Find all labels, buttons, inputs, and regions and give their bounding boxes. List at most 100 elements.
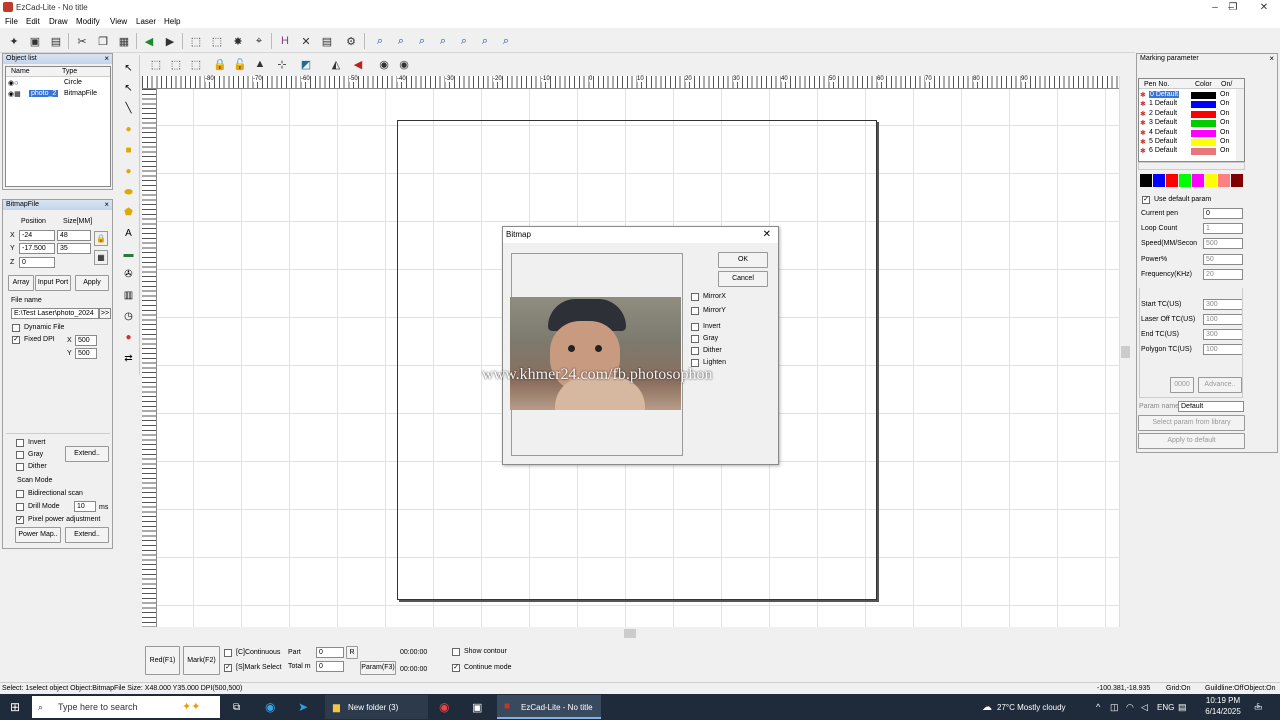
power-map-button[interactable]: Power Map.. bbox=[15, 527, 61, 543]
drill-mode-checkbox[interactable] bbox=[16, 503, 24, 511]
group-icon[interactable]: ⬚ bbox=[208, 32, 226, 50]
view-outline-icon[interactable]: ◉ bbox=[395, 55, 413, 73]
continuous-checkbox[interactable] bbox=[224, 649, 232, 657]
edge-icon[interactable]: ◉ bbox=[265, 699, 275, 715]
cut-icon[interactable]: ✂ bbox=[73, 32, 91, 50]
palette-color-swatch[interactable] bbox=[1205, 174, 1217, 187]
pen-row[interactable]: ✱ 2 Default On bbox=[1139, 110, 1235, 119]
paste-icon[interactable]: ▦ bbox=[115, 32, 133, 50]
pen-row[interactable]: ✱ 5 Default On bbox=[1139, 138, 1235, 147]
col-type-header[interactable]: Type bbox=[62, 68, 77, 75]
open-folder-icon[interactable]: ▣ bbox=[26, 32, 44, 50]
taskbar-search-box[interactable]: ⌕ Type here to search ✦✦ bbox=[32, 696, 220, 718]
param-button[interactable]: Param(F3) bbox=[360, 661, 396, 675]
window-close-button[interactable]: ✕ bbox=[1249, 1, 1279, 14]
continue-mode-checkbox[interactable]: ✓ bbox=[452, 664, 460, 672]
mark-select-checkbox[interactable]: ✓ bbox=[224, 664, 232, 672]
horizontal-scrollbar[interactable] bbox=[142, 627, 1119, 639]
notification-icon[interactable]: ▭ 5 bbox=[1254, 699, 1263, 715]
browse-button[interactable]: >> bbox=[99, 308, 111, 319]
select-arrow-icon[interactable]: ↖ bbox=[121, 61, 136, 76]
palette-color-swatch[interactable] bbox=[1140, 174, 1152, 187]
zoom-in-icon[interactable]: ⌕ bbox=[392, 32, 410, 50]
settings-icon[interactable]: ⚙ bbox=[342, 32, 360, 50]
menu-draw[interactable]: Draw bbox=[49, 17, 68, 26]
speed-input[interactable] bbox=[1203, 238, 1243, 249]
eye-icon[interactable]: ◉○ bbox=[8, 79, 18, 87]
move-icon[interactable]: ⊹ bbox=[273, 55, 291, 73]
input-port-button[interactable]: Input Port bbox=[35, 275, 71, 291]
part-count-input[interactable] bbox=[316, 647, 344, 658]
task-view-icon[interactable]: ⧉ bbox=[233, 699, 240, 715]
palette-color-swatch[interactable] bbox=[1179, 174, 1191, 187]
pen-row[interactable]: ✱ 0 Default On bbox=[1139, 91, 1235, 100]
measure-icon[interactable]: ◩ bbox=[297, 55, 315, 73]
list-item[interactable]: ◉▦ photo_2 BitmapFile bbox=[6, 90, 110, 100]
bitmap-icon[interactable]: ▬ bbox=[121, 247, 136, 262]
select-all-icon[interactable]: ⬚ bbox=[187, 32, 205, 50]
wifi-icon[interactable]: ◠ bbox=[1126, 699, 1134, 715]
mirror-v-icon[interactable]: ◀ bbox=[349, 55, 367, 73]
cancel-button[interactable]: Cancel bbox=[718, 271, 768, 287]
current-pen-input[interactable] bbox=[1203, 208, 1243, 219]
copy-icon[interactable]: ❐ bbox=[94, 32, 112, 50]
ellipse-icon[interactable]: ⬬ bbox=[121, 185, 136, 200]
zoom-out-icon[interactable]: ⌕ bbox=[413, 32, 431, 50]
ungroup-icon[interactable]: ✸ bbox=[229, 32, 247, 50]
io-input-icon[interactable]: ● bbox=[121, 330, 136, 345]
pen-row[interactable]: ✱ 1 Default On bbox=[1139, 100, 1235, 109]
anchor-grid-icon[interactable]: ▦ bbox=[94, 250, 108, 265]
menu-edit[interactable]: Edit bbox=[26, 17, 40, 26]
small-param-button[interactable]: 0000 bbox=[1170, 377, 1194, 393]
close-icon[interactable]: × bbox=[104, 200, 109, 210]
dither-checkbox[interactable] bbox=[691, 347, 699, 355]
invert-checkbox[interactable] bbox=[16, 439, 24, 447]
x-position-input[interactable] bbox=[19, 230, 55, 241]
vertical-scrollbar[interactable] bbox=[1119, 76, 1131, 627]
y-position-input[interactable] bbox=[19, 243, 55, 254]
show-contour-checkbox[interactable] bbox=[452, 648, 460, 656]
mirror-y-checkbox[interactable] bbox=[691, 307, 699, 315]
param-icon[interactable]: ▤ bbox=[318, 32, 336, 50]
align-icon[interactable]: ⬚ bbox=[147, 55, 165, 73]
close-icon[interactable]: × bbox=[1269, 54, 1274, 64]
loop-count-input[interactable] bbox=[1203, 223, 1243, 234]
tools-icon[interactable]: ✕ bbox=[297, 32, 315, 50]
gray-checkbox[interactable] bbox=[16, 451, 24, 459]
on-header[interactable]: On/ bbox=[1221, 81, 1232, 88]
unlock-icon[interactable]: 🔓 bbox=[231, 55, 249, 73]
dither-checkbox[interactable] bbox=[16, 463, 24, 471]
height-input[interactable] bbox=[57, 243, 91, 254]
zoom-icon[interactable]: ⌕ bbox=[371, 32, 389, 50]
node-select-icon[interactable]: ↖ bbox=[121, 81, 136, 96]
drill-time-input[interactable] bbox=[74, 501, 96, 512]
close-icon[interactable]: × bbox=[104, 54, 109, 64]
palette-color-swatch[interactable] bbox=[1166, 174, 1178, 187]
network-icon[interactable]: ◫ bbox=[1110, 699, 1119, 715]
polygon-icon[interactable]: ⬟ bbox=[121, 205, 136, 220]
tray-chevron-icon[interactable]: ^ bbox=[1096, 699, 1100, 715]
gray-checkbox[interactable] bbox=[691, 335, 699, 343]
col-name-header[interactable]: Name bbox=[11, 68, 30, 75]
taskbar-app-ezcad[interactable]: ■ EzCad-Lite - No title bbox=[497, 695, 601, 719]
zoom-object-icon[interactable]: ⌕ bbox=[497, 32, 515, 50]
menu-view[interactable]: View bbox=[110, 17, 127, 26]
menu-laser[interactable]: Laser bbox=[136, 17, 156, 26]
palette-color-swatch[interactable] bbox=[1231, 174, 1243, 187]
undo-icon[interactable]: ◀ bbox=[140, 32, 158, 50]
extend-button[interactable]: Extend.. bbox=[65, 446, 109, 462]
volume-icon[interactable]: ◁ bbox=[1141, 699, 1148, 715]
hatch-icon[interactable]: H bbox=[276, 32, 294, 50]
timer-icon[interactable]: ◷ bbox=[121, 309, 136, 324]
select-param-library-button[interactable]: Select param from library bbox=[1138, 415, 1245, 431]
motion-icon[interactable]: ⇄ bbox=[121, 351, 136, 366]
redo-icon[interactable]: ▶ bbox=[161, 32, 179, 50]
palette-color-swatch[interactable] bbox=[1192, 174, 1204, 187]
power-input[interactable] bbox=[1203, 254, 1243, 265]
windows-start-icon[interactable]: ⊞ bbox=[10, 699, 20, 715]
view-icon[interactable]: ◉ bbox=[375, 55, 393, 73]
menu-help[interactable]: Help bbox=[164, 17, 180, 26]
save-icon[interactable]: ▤ bbox=[47, 32, 65, 50]
advance-button[interactable]: Advance.. bbox=[1198, 377, 1242, 393]
telegram-icon[interactable]: ➤ bbox=[298, 699, 308, 715]
